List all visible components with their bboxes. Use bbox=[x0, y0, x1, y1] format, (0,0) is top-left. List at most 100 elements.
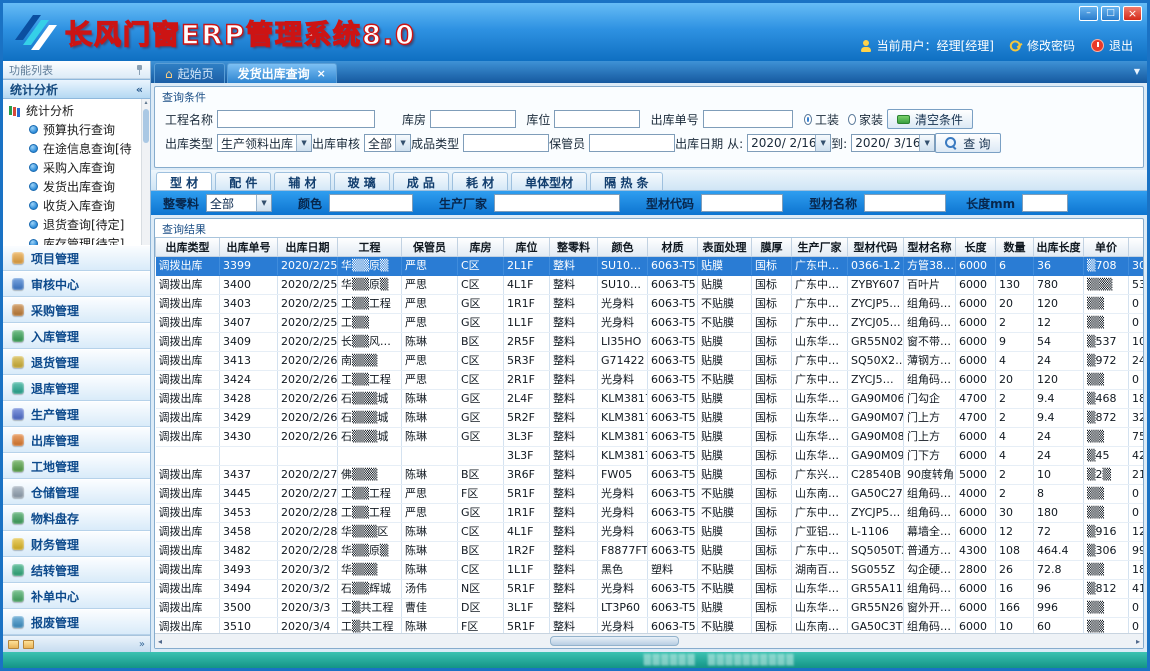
table-row[interactable]: 调拨出库34942020/3/2石▒▒辉城汤伟N区5R1F整料光身料6063-T… bbox=[156, 579, 1144, 598]
column-header[interactable]: 金额 bbox=[1129, 238, 1144, 256]
tree-item[interactable]: 退货查询[待定] bbox=[29, 215, 150, 234]
column-header[interactable]: 型材代码 bbox=[848, 238, 904, 256]
minimize-button[interactable]: – bbox=[1079, 6, 1098, 21]
column-header[interactable]: 整零料 bbox=[550, 238, 598, 256]
profile-name-input[interactable] bbox=[864, 194, 946, 212]
table-row[interactable]: 调拨出库35102020/3/4工▒共工程陈琳F区5R1F整料光身料6063-T… bbox=[156, 617, 1144, 633]
sidebar-item[interactable]: 物料盘存 bbox=[3, 505, 150, 531]
tree-item[interactable]: 发货出库查询 bbox=[29, 177, 150, 196]
tab-list-caret-icon[interactable]: ▼ bbox=[1134, 67, 1140, 76]
location-input[interactable] bbox=[554, 110, 640, 128]
tree-scroll-thumb[interactable] bbox=[143, 109, 149, 143]
material-tab[interactable]: 单体型材 bbox=[511, 172, 587, 190]
outbound-type-select[interactable]: 生产领料出库 ▼ bbox=[217, 134, 312, 152]
tree-item[interactable]: 收货入库查询 bbox=[29, 196, 150, 215]
table-row[interactable]: 调拨出库35002020/3/3工▒共工程曹佳D区3L1F整料LT3P60606… bbox=[156, 598, 1144, 617]
horizontal-scrollbar[interactable]: ◂ ▸ bbox=[155, 633, 1143, 648]
table-row[interactable]: 调拨出库34242020/2/26工▒▒工程严思C区2R1F整料光身料6063-… bbox=[156, 370, 1144, 389]
table-row[interactable]: 调拨出库34032020/2/25工▒▒工程严思G区1R1F整料光身料6063-… bbox=[156, 294, 1144, 313]
folder-icon[interactable] bbox=[8, 640, 19, 649]
column-header[interactable]: 出库单号 bbox=[220, 238, 278, 256]
sidebar-item[interactable]: 审核中心 bbox=[3, 271, 150, 297]
tree-item[interactable]: 库存管理[待定] bbox=[29, 234, 150, 245]
tree-item[interactable]: 在途信息查询[待 bbox=[29, 139, 150, 158]
manufacturer-input[interactable] bbox=[494, 194, 620, 212]
table-row[interactable]: 调拨出库34132020/2/26南▒▒▒严思C区5R3F整料G71422606… bbox=[156, 351, 1144, 370]
folder-icon[interactable] bbox=[23, 640, 34, 649]
material-tab[interactable]: 配 件 bbox=[215, 172, 271, 190]
change-password-link[interactable]: 修改密码 bbox=[1010, 37, 1075, 54]
overflow-icon[interactable]: » bbox=[139, 639, 145, 650]
table-row[interactable]: 调拨出库34072020/2/25工▒▒严思G区1L1F整料光身料6063-T5… bbox=[156, 313, 1144, 332]
column-header[interactable]: 库位 bbox=[504, 238, 550, 256]
column-header[interactable]: 保管员 bbox=[402, 238, 458, 256]
tab-start-page[interactable]: ⌂ 起始页 bbox=[154, 63, 225, 83]
sidebar-item[interactable]: 采购管理 bbox=[3, 297, 150, 323]
table-row[interactable]: 调拨出库34452020/2/27工▒▒工程严思F区5R1F整料光身料6063-… bbox=[156, 484, 1144, 503]
sidebar-item[interactable]: 报废管理 bbox=[3, 609, 150, 635]
table-row[interactable]: 调拨出库34822020/2/28华▒▒原▒陈琳B区1R2F整料F8877FT6… bbox=[156, 541, 1144, 560]
column-header[interactable]: 库房 bbox=[458, 238, 504, 256]
warehouse-input[interactable] bbox=[430, 110, 516, 128]
audit-select[interactable]: 全部 ▼ bbox=[364, 134, 411, 152]
sidebar-item[interactable]: 出库管理 bbox=[3, 427, 150, 453]
collapse-icon[interactable]: « bbox=[136, 83, 143, 96]
table-row[interactable]: 调拨出库34372020/2/27佛▒▒▒陈琳B区3R6F整料FW056063-… bbox=[156, 465, 1144, 484]
tree-item[interactable]: 采购入库查询 bbox=[29, 158, 150, 177]
color-input[interactable] bbox=[329, 194, 413, 212]
sidebar-item[interactable]: 结转管理 bbox=[3, 557, 150, 583]
whole-material-select[interactable]: 全部 ▼ bbox=[206, 194, 272, 212]
table-row[interactable]: 调拨出库34302020/2/26石▒▒▒城陈琳G区3L3F整料KLM38176… bbox=[156, 427, 1144, 446]
sidebar-item[interactable]: 入库管理 bbox=[3, 323, 150, 349]
pin-icon[interactable] bbox=[134, 65, 144, 75]
tab-shipping-outbound-query[interactable]: 发货出库查询 × bbox=[227, 63, 337, 83]
material-tab[interactable]: 型 材 bbox=[156, 172, 212, 190]
table-row[interactable]: 调拨出库34282020/2/26石▒▒▒城陈琳G区2L4F整料KLM38176… bbox=[156, 389, 1144, 408]
material-tab[interactable]: 玻 璃 bbox=[334, 172, 390, 190]
column-header[interactable]: 工程 bbox=[338, 238, 402, 256]
column-header[interactable]: 出库类型 bbox=[156, 238, 220, 256]
table-row[interactable]: 调拨出库33992020/2/25华▒▒原▒严思C区2L1F整料SU10…606… bbox=[156, 256, 1144, 275]
keeper-input[interactable] bbox=[589, 134, 675, 152]
date-from-picker[interactable]: 2020/ 2/16 ▼ bbox=[747, 134, 831, 152]
results-grid[interactable]: 出库类型出库单号出库日期工程保管员库房库位整零料颜色材质表面处理膜厚生产厂家型材… bbox=[155, 237, 1143, 633]
column-header[interactable]: 型材名称 bbox=[904, 238, 956, 256]
sidebar-item[interactable]: 工地管理 bbox=[3, 453, 150, 479]
logout-button[interactable]: 退出 bbox=[1091, 37, 1133, 54]
profile-code-input[interactable] bbox=[701, 194, 783, 212]
column-header[interactable]: 颜色 bbox=[598, 238, 648, 256]
table-row[interactable]: 调拨出库34002020/2/25华▒▒原▒严思C区4L1F整料SU10…606… bbox=[156, 275, 1144, 294]
column-header[interactable]: 单价 bbox=[1084, 238, 1129, 256]
scroll-up-icon[interactable]: ▴ bbox=[144, 99, 147, 106]
table-row[interactable]: 3L3F整料KLM38176063-T5贴膜国标山东华…GA90M09…门下方6… bbox=[156, 446, 1144, 465]
table-row[interactable]: 调拨出库34932020/3/2华▒▒▒陈琳C区1L1F整料黑色塑料不贴膜国标湖… bbox=[156, 560, 1144, 579]
radio-gongzhuang[interactable] bbox=[804, 114, 812, 125]
table-row[interactable]: 调拨出库34582020/2/28华▒▒▒区陈琳C区4L1F整料光身料6063-… bbox=[156, 522, 1144, 541]
table-row[interactable]: 调拨出库34292020/2/26石▒▒▒城陈琳G区5R2F整料KLM38176… bbox=[156, 408, 1144, 427]
sidebar-item[interactable]: 退货管理 bbox=[3, 349, 150, 375]
sidebar-item[interactable]: 生产管理 bbox=[3, 401, 150, 427]
table-row[interactable]: 调拨出库34532020/2/28工▒▒工程严思G区1R1F整料光身料6063-… bbox=[156, 503, 1144, 522]
tree-scrollbar[interactable]: ▴ bbox=[141, 99, 150, 245]
scroll-right-icon[interactable]: ▸ bbox=[1136, 637, 1140, 646]
column-header[interactable]: 出库日期 bbox=[278, 238, 338, 256]
search-button[interactable]: 查 询 bbox=[935, 133, 1000, 153]
sidebar-section-header[interactable]: 统计分析 « bbox=[3, 79, 150, 99]
scrollbar-thumb[interactable] bbox=[550, 636, 678, 646]
product-type-input[interactable] bbox=[463, 134, 549, 152]
column-header[interactable]: 出库长度 bbox=[1034, 238, 1084, 256]
scroll-left-icon[interactable]: ◂ bbox=[158, 637, 162, 646]
material-tab[interactable]: 耗 材 bbox=[452, 172, 508, 190]
order-no-input[interactable] bbox=[703, 110, 793, 128]
column-header[interactable]: 表面处理 bbox=[698, 238, 752, 256]
material-tab[interactable]: 隔 热 条 bbox=[590, 172, 662, 190]
material-tab[interactable]: 成 品 bbox=[393, 172, 449, 190]
length-input[interactable] bbox=[1022, 194, 1068, 212]
sidebar-item[interactable]: 仓储管理 bbox=[3, 479, 150, 505]
tree-root[interactable]: 统计分析 bbox=[9, 101, 150, 120]
tree-item[interactable]: 预算执行查询 bbox=[29, 120, 150, 139]
sidebar-item[interactable]: 财务管理 bbox=[3, 531, 150, 557]
radio-jiazhuang[interactable] bbox=[848, 114, 856, 125]
column-header[interactable]: 长度 bbox=[956, 238, 996, 256]
table-row[interactable]: 调拨出库34092020/2/25长▒▒风…陈琳B区2R5F整料LI35HO60… bbox=[156, 332, 1144, 351]
